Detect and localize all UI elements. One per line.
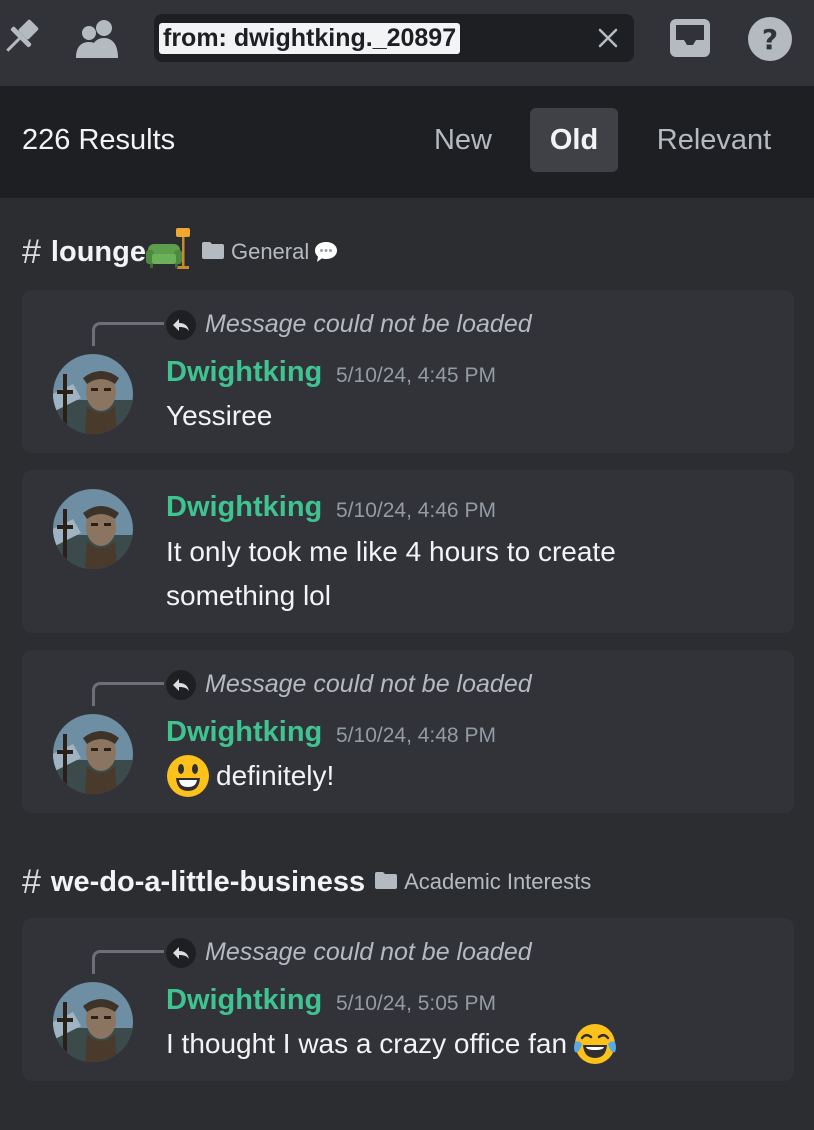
joy-emoji [573, 1022, 617, 1066]
sort-tab-relevant[interactable]: Relevant [638, 108, 790, 172]
avatar[interactable] [53, 489, 133, 569]
message-timestamp: 5/10/24, 4:48 PM [336, 724, 496, 747]
avatar[interactable] [53, 354, 133, 434]
reply-unavailable-note[interactable]: Message could not be loaded [205, 670, 532, 699]
smiley-emoji [166, 754, 210, 798]
channel-name[interactable]: we-do-a-little-business [51, 866, 365, 899]
message-text: something lol [166, 580, 331, 611]
help-icon[interactable]: ? [746, 15, 794, 63]
results-count: 226 Results [22, 124, 176, 156]
channel-header[interactable]: # lounge General [22, 228, 339, 272]
sort-tab-new[interactable]: New [418, 108, 508, 172]
reply-arrow-icon [166, 938, 196, 968]
message-content-line-2: something lol [166, 574, 331, 618]
search-bar[interactable]: from: dwightking._20897 [154, 14, 634, 62]
message-timestamp: 5/10/24, 4:46 PM [336, 499, 496, 522]
members-icon[interactable] [74, 18, 122, 60]
sort-tab-old[interactable]: Old [530, 108, 618, 172]
reply-unavailable-note[interactable]: Message could not be loaded [205, 310, 532, 339]
reply-connector [92, 950, 164, 974]
message-author[interactable]: Dwightking [166, 356, 322, 389]
pin-icon[interactable] [0, 16, 44, 60]
message-text: definitely! [216, 760, 335, 791]
message-text: I thought I was a crazy office fan [166, 1028, 568, 1059]
channel-category: Academic Interests [404, 869, 592, 894]
message-content: definitely! [166, 754, 334, 798]
channel-hash-icon: # [22, 232, 41, 271]
message-author[interactable]: Dwightking [166, 491, 322, 524]
message-author[interactable]: Dwightking [166, 716, 322, 749]
reply-arrow-icon [166, 670, 196, 700]
inbox-icon[interactable] [668, 16, 712, 60]
folder-icon [201, 241, 224, 264]
message-card[interactable]: Dwightking 5/10/24, 4:46 PM It only took… [22, 470, 794, 633]
folder-icon [375, 871, 398, 894]
message-text: It only took me like 4 hours to create [166, 536, 616, 567]
message-card[interactable]: Message could not be loaded Dwightking 5… [22, 290, 794, 453]
reply-connector [92, 322, 164, 346]
couch-and-lamp-emoji [145, 228, 192, 270]
message-content: Yessiree [166, 394, 272, 438]
message-timestamp: 5/10/24, 4:45 PM [336, 364, 496, 387]
message-content: I thought I was a crazy office fan [166, 1022, 617, 1066]
speech-balloon-emoji [313, 240, 339, 264]
reply-arrow-icon [166, 310, 196, 340]
reply-connector [92, 682, 164, 706]
clear-search-icon[interactable] [596, 26, 620, 50]
channel-category: General [230, 239, 310, 264]
message-content: It only took me like 4 hours to create [166, 530, 616, 574]
search-input[interactable]: from: dwightking._20897 [159, 23, 461, 54]
avatar[interactable] [53, 714, 133, 794]
top-toolbar: from: dwightking._20897 ? [0, 0, 814, 86]
svg-text:?: ? [762, 23, 778, 56]
message-card[interactable]: Message could not be loaded Dwightking 5… [22, 918, 794, 1081]
message-card[interactable]: Message could not be loaded Dwightking 5… [22, 650, 794, 813]
channel-hash-icon: # [22, 862, 41, 901]
channel-name[interactable]: lounge [51, 236, 146, 269]
message-text: Yessiree [166, 400, 273, 431]
message-author[interactable]: Dwightking [166, 984, 322, 1017]
channel-header[interactable]: # we-do-a-little-business Academic Inter… [22, 862, 591, 902]
search-results-header: 226 Results New Old Relevant [0, 86, 814, 198]
reply-unavailable-note[interactable]: Message could not be loaded [205, 938, 532, 967]
message-timestamp: 5/10/24, 5:05 PM [336, 992, 496, 1015]
avatar[interactable] [53, 982, 133, 1062]
